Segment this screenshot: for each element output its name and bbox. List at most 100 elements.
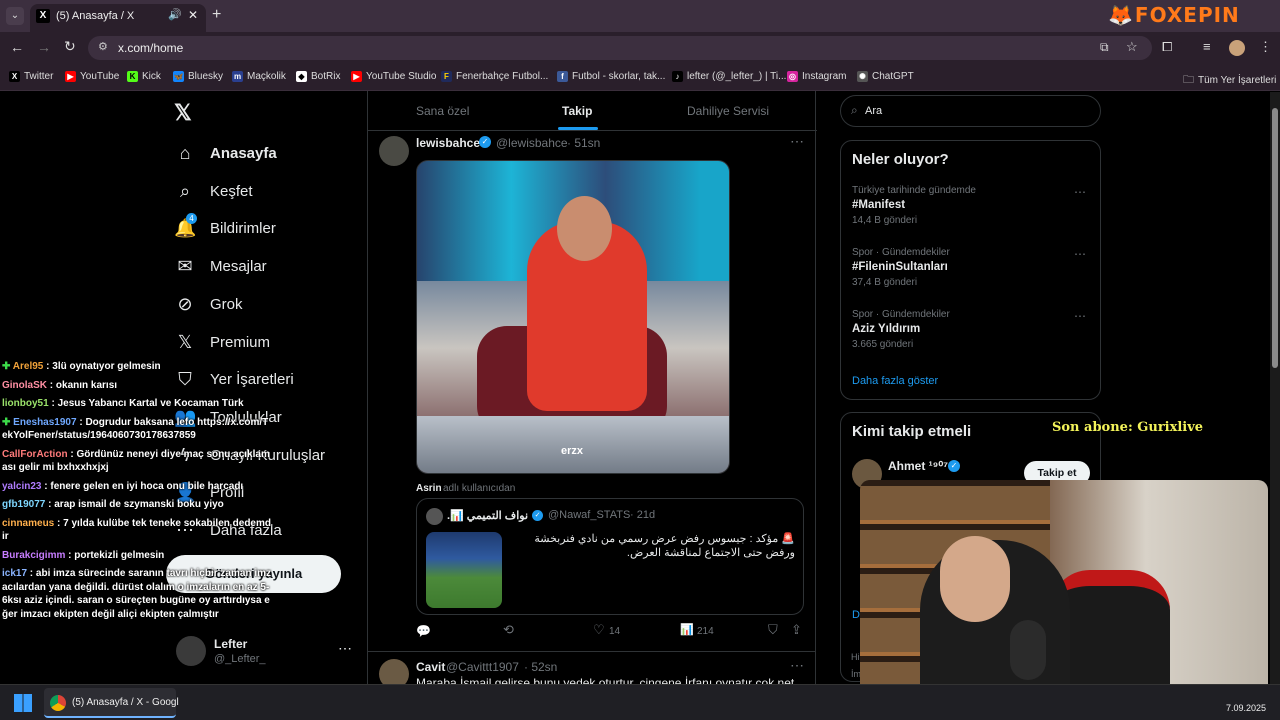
bookmark-bluesky[interactable]: 🦋 Bluesky [173, 71, 223, 82]
quote-tweet[interactable]: نواف التميمي 📊. ✓ @Nawaf_STATS · 21d 🚨 م… [416, 498, 804, 615]
bookmark-star-icon[interactable]: ☆ [1126, 39, 1138, 55]
retweet-icon[interactable]: ⟲ [503, 622, 514, 638]
tab-search-button[interactable]: ⌄ [6, 7, 24, 25]
tweet[interactable]: Cavit @Cavittt1907 · 52sn ⋯ Maraba İsmai… [368, 655, 816, 685]
all-bookmarks[interactable]: 🗀 Tüm Yer İşaretleri [1183, 71, 1276, 90]
quote-avatar [426, 508, 443, 525]
like-count: 14 [609, 626, 621, 637]
tweet-time[interactable]: · 51sn [567, 136, 600, 150]
tweet-time[interactable]: · 52sn [524, 660, 557, 674]
nav-notifications[interactable]: 🔔 4 Bildirimler [174, 213, 276, 239]
search-placeholder: Ara [865, 105, 883, 117]
views-icon[interactable]: 📊 [680, 623, 694, 636]
tab-for-you[interactable]: Sana özel [416, 104, 469, 118]
tab-dahiliye[interactable]: Dahiliye Servisi [687, 104, 769, 118]
quote-time: · 21d [630, 509, 656, 521]
trend-more-icon[interactable]: ⋯ [1074, 247, 1086, 261]
account-name: Lefter [214, 637, 248, 651]
trend-more-icon[interactable]: ⋯ [1074, 309, 1086, 323]
bookmark-futbol[interactable]: f Futbol - skorlar, tak... [557, 71, 665, 82]
x-logo-icon[interactable]: 𝕏 [174, 100, 192, 126]
bookmark-icon[interactable]: ⛉ [768, 622, 778, 638]
chat-username: cinnameus [2, 517, 55, 529]
trend-count: 3.665 gönderi [852, 339, 914, 350]
bell-icon: 🔔 4 [174, 213, 197, 238]
trend-meta: Türkiye tarihinde gündemde [852, 185, 976, 196]
taskbar-chrome-app[interactable]: (5) Anasayfa / X - Googl [44, 688, 179, 718]
trends-card: Neler oluyor? Türkiye tarihinde gündemde… [840, 140, 1101, 400]
suggested-user-name[interactable]: Ahmet ¹⁹⁰⁷ [888, 459, 948, 473]
nav-premium[interactable]: 𝕏 Premium [174, 331, 270, 353]
extensions-icon[interactable]: ⧠ [1162, 39, 1172, 55]
forward-icon[interactable]: → [37, 39, 51, 55]
account-avatar [176, 636, 206, 666]
windows-start-icon[interactable] [14, 694, 32, 712]
like-icon[interactable]: ♡ [593, 622, 605, 638]
video-caption: erzx [561, 445, 584, 457]
account-switcher[interactable]: Lefter @_Lefter_ ⋯ [172, 634, 358, 670]
nav-explore[interactable]: ⌕ Keşfet [174, 180, 253, 202]
share-icon[interactable]: ⇪ [791, 622, 802, 638]
trends-title: Neler oluyor? [852, 151, 949, 168]
nav-grok[interactable]: ⊘ Grok [174, 293, 242, 315]
install-icon[interactable]: ⧉ [1100, 40, 1109, 55]
tweet-more-icon[interactable]: ⋯ [790, 133, 804, 150]
tweet-more-icon[interactable]: ⋯ [790, 657, 804, 674]
last-subscriber-text: Son abone: Gurixlive [1052, 420, 1204, 435]
avatar[interactable] [379, 659, 409, 685]
microphone [1010, 620, 1046, 680]
tagged-user[interactable]: Asrin [416, 483, 442, 494]
more-icon[interactable]: ⋯ [338, 640, 352, 657]
browser-tab-active[interactable]: X (5) Anasayfa / X 🔊 ✕ [30, 4, 206, 32]
bookmark-youtube-studio[interactable]: ▶ YouTube Studio [351, 71, 436, 82]
bookmark-botrix[interactable]: ◆ BotRix [296, 71, 340, 82]
bookmarks-bar: X Twitter ▶ YouTube K Kick 🦋 Bluesky m Maçkol… [0, 64, 1280, 91]
bookmark-instagram[interactable]: ◎ Instagram [787, 71, 846, 82]
fox-icon: 🦊 [1108, 4, 1133, 27]
media-control-icon[interactable]: ≡ [1203, 39, 1211, 54]
speaker-icon[interactable]: 🔊 [168, 8, 182, 21]
tweet-author-name[interactable]: lewisbahce [416, 136, 480, 150]
notification-badge: 4 [186, 213, 197, 224]
reply-icon[interactable]: 💬 [416, 624, 431, 638]
bookmark-youtube[interactable]: ▶ YouTube [65, 71, 119, 82]
bookmark-twitter[interactable]: X Twitter [9, 71, 53, 82]
tweet[interactable]: lewisbahce ✓ @lewisbahce · 51sn ⋯ erzx A… [368, 132, 816, 652]
tab-following[interactable]: Takip [562, 104, 592, 118]
nav-home[interactable]: ⌂ Anasayfa [174, 142, 277, 164]
new-tab-icon[interactable]: + [212, 6, 221, 24]
quote-image [426, 532, 502, 608]
trend-more-icon[interactable]: ⋯ [1074, 185, 1086, 199]
profile-avatar[interactable] [1229, 40, 1245, 56]
bookmark-kick[interactable]: K Kick [127, 71, 161, 82]
reload-icon[interactable]: ↻ [64, 38, 76, 55]
browser-menu-icon[interactable]: ⋮ [1259, 39, 1272, 55]
tweet-author-name[interactable]: Cavit [416, 660, 445, 674]
back-icon[interactable]: ← [10, 39, 24, 55]
avatar[interactable] [379, 136, 409, 166]
trend-item[interactable]: Spor · Gündemdekiler Aziz Yıldırım 3.665… [852, 309, 1092, 350]
search-bar[interactable]: ⌕ Ara [840, 95, 1101, 127]
chat-username: Arel95 [12, 361, 44, 372]
chat-username: yalcin23 [2, 480, 42, 492]
chat-message: ick17 : abi imza sürecinde saranın tavrı… [2, 567, 272, 621]
bookmark-chatgpt[interactable]: ✺ ChatGPT [857, 71, 914, 82]
trend-item[interactable]: Türkiye tarihinde gündemde #Manifest 14,… [852, 185, 1092, 226]
bookmark-tiktok[interactable]: ♪ lefter (@_lefter_) | Ti... [672, 71, 786, 82]
chat-username: ick17 [2, 568, 28, 579]
bookmark-fenerbahce[interactable]: F Fenerbahçe Futbol... [441, 71, 548, 82]
show-more-link[interactable]: Daha fazla göster [852, 375, 938, 387]
scrollbar-thumb[interactable] [1272, 108, 1278, 368]
address-bar[interactable]: ⚙ x.com/home ⧉ ☆ [88, 36, 1152, 60]
site-info-icon[interactable]: ⚙ [98, 40, 108, 53]
page-scrollbar[interactable] [1270, 92, 1280, 684]
tweet-media[interactable]: erzx [416, 160, 730, 474]
tab-close-icon[interactable]: ✕ [188, 8, 198, 22]
trend-item[interactable]: Spor · Gündemdekiler #FileninSultanları … [852, 247, 1092, 288]
bookmark-label: Maçkolik [247, 71, 286, 82]
tweet-author-handle[interactable]: @lewisbahce [496, 136, 568, 150]
tweet-author-handle[interactable]: @Cavittt1907 [446, 660, 519, 674]
botrix-icon: ◆ [296, 71, 307, 82]
nav-messages[interactable]: ✉ Mesajlar [174, 255, 266, 277]
bookmark-mackolik[interactable]: m Maçkolik [232, 71, 286, 82]
